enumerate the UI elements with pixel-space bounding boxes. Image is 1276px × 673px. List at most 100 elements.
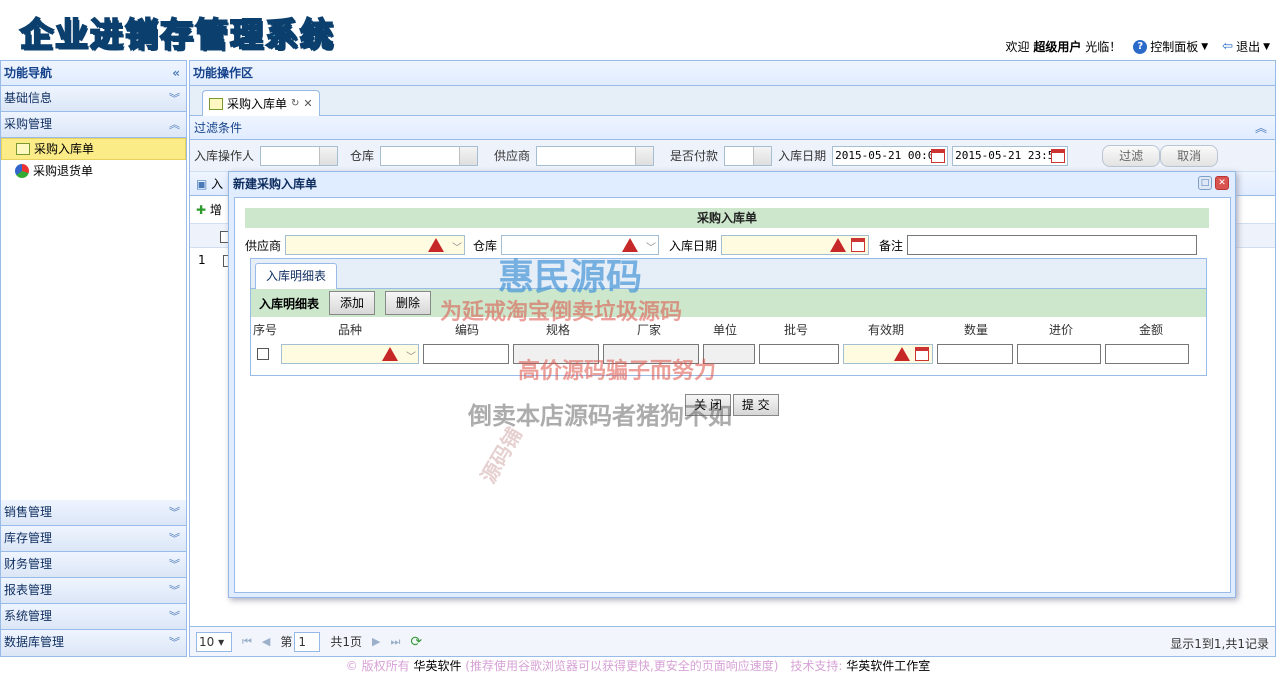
tab-purchase-inbound[interactable]: 采购入库单 ↻ ✕ xyxy=(202,90,320,116)
expand-down-icon: ︾ xyxy=(169,532,180,545)
calendar-icon[interactable] xyxy=(851,238,866,252)
page-size-select[interactable]: 10 ▾ xyxy=(196,631,232,652)
chevron-down-icon[interactable]: ﹀ xyxy=(646,239,656,254)
calendar-icon[interactable] xyxy=(1051,148,1066,163)
refresh-icon[interactable]: ⟳ xyxy=(410,634,422,650)
add-row-button[interactable]: 添加 xyxy=(329,291,376,315)
date-to-input[interactable]: 2015-05-21 23:59 xyxy=(952,145,1069,166)
expand-down-icon: ︾ xyxy=(169,636,180,649)
nav-section-basic[interactable]: 基础信息 ︾ xyxy=(1,86,186,112)
col-price: 进价 xyxy=(1048,322,1073,337)
unit-input[interactable] xyxy=(703,344,755,364)
date-label: 入库日期 xyxy=(778,149,827,163)
tab-detail[interactable]: 入库明细表 xyxy=(255,263,338,289)
form-icon xyxy=(16,143,30,155)
detail-toolbar: 入库明细表 添加 删除 xyxy=(251,289,1206,317)
col-manufacturer: 厂家 xyxy=(636,322,661,337)
nav-section-inventory[interactable]: 库存管理 ︾ xyxy=(1,526,186,552)
nav-section-purchase[interactable]: 采购管理 ︽ xyxy=(1,112,186,138)
refresh-icon[interactable]: ↻ xyxy=(291,92,299,116)
paid-select[interactable] xyxy=(724,145,773,166)
row-checkbox[interactable] xyxy=(257,348,269,360)
warehouse-combo[interactable]: ﹀ xyxy=(501,235,660,255)
note-label: 备注 xyxy=(879,238,904,253)
cancel-filter-button[interactable]: 取消 xyxy=(1160,144,1219,167)
filter-row: 入库操作人 仓库 供应商 是否付款 入库日期 2015-05-21 00:00 … xyxy=(190,140,1275,172)
inbound-date-input[interactable] xyxy=(721,235,870,255)
maximize-icon[interactable]: □ xyxy=(1198,176,1212,190)
warehouse-select[interactable] xyxy=(380,145,479,166)
expand-down-icon: ︾ xyxy=(169,558,180,571)
manufacturer-input[interactable] xyxy=(603,344,699,364)
detail-tabs: 入库明细表 xyxy=(251,259,1206,289)
header: 企业进销存管理系统 欢迎 超级用户 光临！ ? 控制面板 ▼ ⇦ 退出 ▼ xyxy=(0,0,1276,60)
collapse-up-icon[interactable]: ︽ xyxy=(1255,116,1267,140)
col-code: 编码 xyxy=(454,322,479,337)
chevron-down-icon[interactable]: ﹀ xyxy=(406,348,416,363)
calendar-icon[interactable] xyxy=(915,347,929,361)
caret-down-icon: ▼ xyxy=(1263,41,1270,52)
variety-combo[interactable]: ﹀ xyxy=(281,344,419,364)
warehouse-label: 仓库 xyxy=(473,238,498,253)
expand-down-icon: ︾ xyxy=(169,584,180,597)
delete-row-button[interactable]: 删除 xyxy=(385,291,432,315)
spec-input[interactable] xyxy=(513,344,599,364)
collapse-left-icon[interactable]: « xyxy=(172,61,180,85)
nav-item-purchase-return[interactable]: 采购退货单 xyxy=(1,160,186,182)
detail-row: ﹀ xyxy=(251,341,1206,367)
close-icon[interactable]: ✕ xyxy=(1215,176,1229,190)
expand-down-icon: ︾ xyxy=(169,506,180,519)
batch-input[interactable] xyxy=(759,344,839,364)
supplier-label: 供应商 xyxy=(245,238,282,253)
amount-input[interactable] xyxy=(1105,344,1189,364)
supplier-select[interactable] xyxy=(536,145,655,166)
footer-company: 华英软件 xyxy=(413,659,462,673)
filter-button[interactable]: 过滤 xyxy=(1102,144,1161,167)
date-from-input[interactable]: 2015-05-21 00:00 xyxy=(832,145,949,166)
prev-page-icon[interactable]: ◀ xyxy=(262,635,270,648)
first-page-icon[interactable]: ⏮ xyxy=(242,635,252,649)
col-quantity: 数量 xyxy=(963,322,988,337)
last-page-icon[interactable]: ⏭ xyxy=(391,635,401,649)
page-number-input[interactable]: 1 xyxy=(294,631,321,652)
supplier-label: 供应商 xyxy=(494,149,531,163)
pager-display-info: 显示1到1,共1记录 xyxy=(1170,637,1269,651)
nav-item-purchase-inbound[interactable]: 采购入库单 xyxy=(1,138,186,160)
warehouse-label: 仓库 xyxy=(350,149,375,163)
col-index: 序号 xyxy=(252,322,277,337)
close-icon[interactable]: ✕ xyxy=(303,92,312,116)
footer-support-name: 华英软件工作室 xyxy=(846,659,931,673)
supplier-combo[interactable]: ﹀ xyxy=(285,235,466,255)
note-input[interactable] xyxy=(907,235,1198,255)
code-input[interactable] xyxy=(423,344,509,364)
logout-icon: ⇦ xyxy=(1222,39,1234,54)
next-page-icon[interactable]: ▶ xyxy=(372,635,380,648)
caret-down-icon: ▼ xyxy=(1201,41,1209,52)
warning-icon xyxy=(830,238,847,252)
detail-panel: 入库明细表 入库明细表 添加 删除 序号 品种 编码 规格 厂家 单位 批号 有… xyxy=(250,258,1207,376)
nav-section-system[interactable]: 系统管理 ︾ xyxy=(1,604,186,630)
dialog-body: 采购入库单 供应商 ﹀ 仓库 ﹀ 入库日期 备注 入库明细表 入库明细表 添加 … xyxy=(234,197,1231,593)
col-unit: 单位 xyxy=(712,322,737,337)
help-icon: ? xyxy=(1133,39,1148,54)
expiry-input[interactable] xyxy=(843,344,933,364)
nav-section-database[interactable]: 数据库管理 ︾ xyxy=(1,630,186,656)
nav-section-report[interactable]: 报表管理 ︾ xyxy=(1,578,186,604)
form-icon xyxy=(209,97,223,110)
form-title: 采购入库单 xyxy=(245,208,1209,228)
nav-section-finance[interactable]: 财务管理 ︾ xyxy=(1,552,186,578)
paid-label: 是否付款 xyxy=(670,149,719,163)
operator-select[interactable] xyxy=(260,145,339,166)
warning-icon xyxy=(894,347,910,361)
nav-section-sales[interactable]: 销售管理 ︾ xyxy=(1,500,186,526)
control-panel-menu[interactable]: ? 控制面板 ▼ xyxy=(1133,38,1208,55)
logout-menu[interactable]: ⇦ 退出 ▼ xyxy=(1222,38,1270,55)
price-input[interactable] xyxy=(1017,344,1101,364)
footer: © 版权所有 华英软件 (推荐使用谷歌浏览器可以获得更快,更安全的页面响应速度)… xyxy=(345,659,931,673)
close-button[interactable]: 关 闭 xyxy=(685,394,731,416)
add-icon[interactable]: ✚ xyxy=(196,203,206,217)
submit-button[interactable]: 提 交 xyxy=(732,394,779,416)
calendar-icon[interactable] xyxy=(931,148,946,163)
chevron-down-icon[interactable]: ﹀ xyxy=(452,239,462,254)
quantity-input[interactable] xyxy=(937,344,1013,364)
